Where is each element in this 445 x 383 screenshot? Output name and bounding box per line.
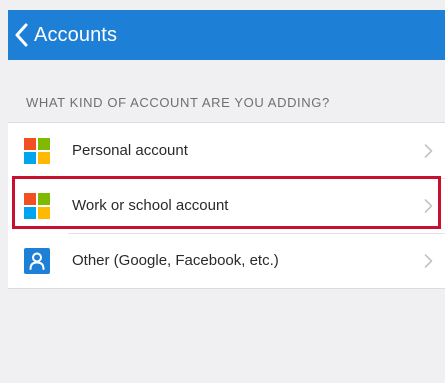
list-item-personal-account[interactable]: Personal account: [8, 123, 445, 178]
list-item-other-account[interactable]: Other (Google, Facebook, etc.): [8, 233, 445, 288]
navigation-bar: Accounts: [8, 10, 445, 60]
list-item-work-or-school-account[interactable]: Work or school account: [8, 178, 445, 233]
list-item-label: Other (Google, Facebook, etc.): [72, 252, 279, 269]
account-type-list: Personal account Work or school account: [8, 122, 445, 289]
chevron-right-icon: [424, 143, 433, 158]
chevron-right-icon: [424, 253, 433, 268]
microsoft-logo-icon: [24, 192, 50, 219]
screen: Accounts WHAT KIND OF ACCOUNT ARE YOU AD…: [8, 0, 445, 383]
back-button-label: Accounts: [34, 23, 118, 46]
chevron-left-icon: [15, 23, 28, 47]
list-item-label: Work or school account: [72, 197, 229, 214]
microsoft-logo-icon: [24, 137, 50, 164]
list-item-label: Personal account: [72, 142, 188, 159]
person-icon: [24, 247, 50, 274]
section-heading: WHAT KIND OF ACCOUNT ARE YOU ADDING?: [26, 95, 330, 110]
chevron-right-icon: [424, 198, 433, 213]
back-button[interactable]: Accounts: [8, 10, 117, 60]
